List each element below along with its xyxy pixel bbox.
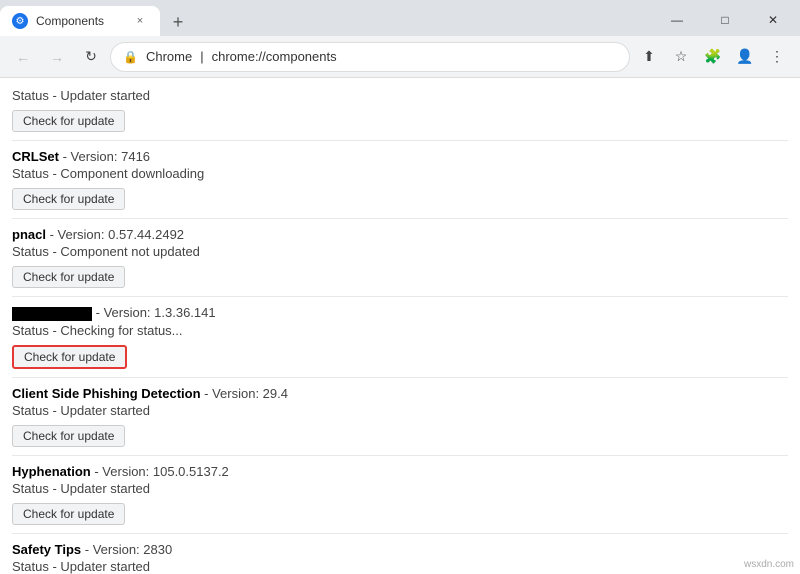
component-status: Status - Updater started bbox=[12, 559, 788, 574]
component-status: Status - Checking for status... bbox=[12, 323, 788, 338]
check-update-button[interactable]: Check for update bbox=[12, 425, 125, 447]
component-name: Client Side Phishing Detection bbox=[12, 386, 201, 401]
watermark: wsxdn.com bbox=[744, 559, 794, 570]
component-name: Hyphenation bbox=[12, 464, 91, 479]
profile-button[interactable]: 👤 bbox=[730, 42, 760, 72]
component-item: pnacl - Version: 0.57.44.2492 Status - C… bbox=[12, 219, 788, 297]
component-item: CRLSet - Version: 7416 Status - Componen… bbox=[12, 141, 788, 219]
component-name: CRLSet bbox=[12, 149, 59, 164]
security-icon: 🔒 bbox=[123, 50, 138, 64]
forward-button[interactable]: → bbox=[42, 42, 72, 72]
component-header: Hyphenation - Version: 105.0.5137.2 bbox=[12, 464, 788, 479]
title-bar: Components × + — □ ✕ bbox=[0, 0, 800, 36]
new-tab-button[interactable]: + bbox=[164, 8, 192, 36]
address-bar[interactable]: 🔒 Chrome | chrome://components bbox=[110, 42, 630, 72]
share-button[interactable]: ⬆ bbox=[634, 42, 664, 72]
close-window-button[interactable]: ✕ bbox=[750, 6, 796, 34]
component-header: Safety Tips - Version: 2830 bbox=[12, 542, 788, 557]
component-name: pnacl bbox=[12, 227, 46, 242]
component-status: Status - Component downloading bbox=[12, 166, 788, 181]
component-header: CRLSet - Version: 7416 bbox=[12, 149, 788, 164]
redacted-name bbox=[12, 307, 92, 321]
component-item: Client Side Phishing Detection - Version… bbox=[12, 378, 788, 456]
refresh-button[interactable]: ↻ bbox=[76, 42, 106, 72]
component-status: Status - Updater started bbox=[12, 403, 788, 418]
tab-favicon bbox=[12, 13, 28, 29]
navigation-bar: ← → ↻ 🔒 Chrome | chrome://components ⬆ ☆… bbox=[0, 36, 800, 78]
url-separator: | bbox=[200, 49, 203, 64]
component-header: - Version: 1.3.36.141 bbox=[12, 305, 788, 321]
tab-strip: Components × + bbox=[0, 0, 192, 36]
component-item: Safety Tips - Version: 2830 Status - Upd… bbox=[12, 534, 788, 574]
component-item: Hyphenation - Version: 105.0.5137.2 Stat… bbox=[12, 456, 788, 534]
check-update-button[interactable]: Check for update bbox=[12, 503, 125, 525]
component-status: Status - Component not updated bbox=[12, 244, 788, 259]
url-scheme: Chrome bbox=[146, 49, 192, 64]
component-status: Status - Updater started bbox=[12, 88, 788, 103]
check-update-button[interactable]: Check for update bbox=[12, 110, 125, 132]
nav-actions: ⬆ ☆ 🧩 👤 ⋮ bbox=[634, 42, 792, 72]
component-item: Status - Updater started Check for updat… bbox=[12, 78, 788, 141]
tab-close-button[interactable]: × bbox=[132, 13, 148, 29]
component-header: Client Side Phishing Detection - Version… bbox=[12, 386, 788, 401]
tab-title: Components bbox=[36, 14, 104, 28]
component-version: - Version: 2830 bbox=[85, 542, 172, 557]
component-name: Safety Tips bbox=[12, 542, 81, 557]
back-button[interactable]: ← bbox=[8, 42, 38, 72]
active-tab[interactable]: Components × bbox=[0, 6, 160, 36]
component-version: - Version: 29.4 bbox=[204, 386, 288, 401]
menu-button[interactable]: ⋮ bbox=[762, 42, 792, 72]
component-version: - Version: 7416 bbox=[63, 149, 150, 164]
maximize-button[interactable]: □ bbox=[702, 6, 748, 34]
component-status: Status - Updater started bbox=[12, 481, 788, 496]
page-content: Status - Updater started Check for updat… bbox=[0, 78, 800, 574]
check-update-button[interactable]: Check for update bbox=[12, 345, 127, 369]
component-header: pnacl - Version: 0.57.44.2492 bbox=[12, 227, 788, 242]
url-text: chrome://components bbox=[212, 49, 337, 64]
minimize-button[interactable]: — bbox=[654, 6, 700, 34]
bookmark-button[interactable]: ☆ bbox=[666, 42, 696, 72]
component-item: - Version: 1.3.36.141 Status - Checking … bbox=[12, 297, 788, 378]
check-update-button[interactable]: Check for update bbox=[12, 266, 125, 288]
check-update-button[interactable]: Check for update bbox=[12, 188, 125, 210]
component-version: - Version: 105.0.5137.2 bbox=[94, 464, 228, 479]
extension-button[interactable]: 🧩 bbox=[698, 42, 728, 72]
window-controls: — □ ✕ bbox=[654, 0, 800, 34]
component-version: - Version: 1.3.36.141 bbox=[96, 305, 216, 320]
component-version: - Version: 0.57.44.2492 bbox=[50, 227, 184, 242]
